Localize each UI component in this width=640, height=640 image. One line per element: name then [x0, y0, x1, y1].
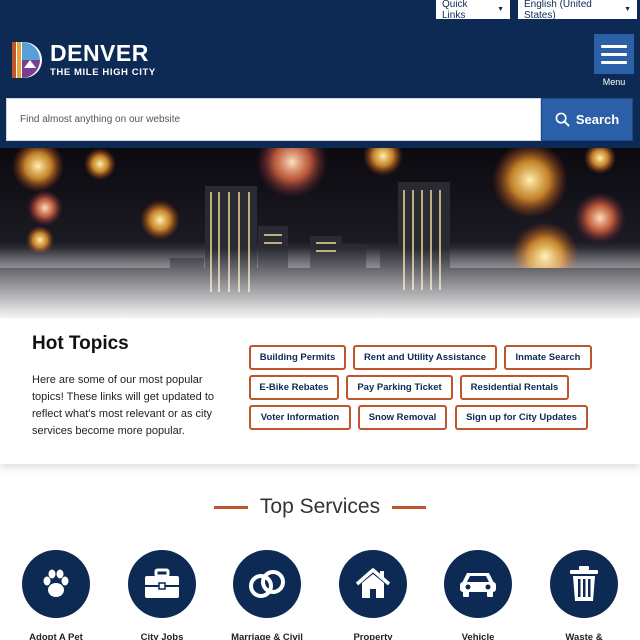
hot-topic-link[interactable]: Sign up for City Updates: [455, 405, 588, 430]
denver-logo-mark-icon: [12, 42, 42, 78]
heading-rule: [213, 505, 248, 509]
hot-topics-description: Here are some of our most popular topics…: [32, 374, 215, 437]
top-services-title: Top Services: [259, 495, 381, 518]
heading-rule: [392, 505, 427, 509]
search-button-label: Search: [575, 112, 620, 127]
service-waste[interactable]: Waste &: [536, 550, 632, 640]
hot-topic-link[interactable]: Inmate Search: [504, 345, 592, 370]
hot-topic-link[interactable]: Rent and Utility Assistance: [353, 345, 497, 370]
chevron-down-icon: ▼: [624, 6, 631, 13]
service-label: City Jobs: [140, 632, 184, 640]
search-button[interactable]: Search: [541, 98, 633, 141]
denver-logo[interactable]: DENVER THE MILE HIGH CITY: [10, 40, 156, 80]
hero-fireworks-image: [0, 148, 640, 318]
briefcase-icon: [145, 568, 179, 598]
service-property[interactable]: Property: [325, 550, 421, 640]
quick-links-dropdown[interactable]: Quick Links ▼: [435, 0, 511, 21]
paw-icon: [43, 569, 69, 597]
hot-topic-link[interactable]: E-Bike Rebates: [249, 375, 339, 400]
hot-topics-card: Hot Topics Here are some of our most pop…: [0, 318, 640, 464]
service-city-jobs[interactable]: City Jobs: [114, 550, 210, 640]
hot-topics-title: Hot Topics: [32, 333, 129, 354]
search-icon: [555, 112, 570, 127]
hot-topic-link[interactable]: Residential Rentals: [460, 375, 569, 400]
hamburger-icon: [601, 44, 627, 48]
top-services-heading: Top Services: [0, 495, 640, 519]
trash-icon: [570, 566, 598, 601]
service-label: Marriage & Civil: [231, 632, 303, 640]
service-label: Property: [353, 632, 393, 640]
brand-name: DENVER: [50, 40, 149, 66]
house-icon: [355, 568, 391, 598]
service-vehicle[interactable]: Vehicle: [430, 550, 526, 640]
city-skyline-fireworks-image: [0, 148, 640, 318]
service-marriage-civil[interactable]: Marriage & Civil: [219, 550, 315, 640]
service-label: Vehicle: [461, 632, 495, 640]
brand-tagline: THE MILE HIGH CITY: [50, 67, 156, 78]
chevron-down-icon: ▼: [497, 6, 504, 13]
quick-links-label: Quick Links: [442, 0, 468, 21]
hot-topic-link[interactable]: Building Permits: [249, 345, 346, 370]
menu-label: Menu: [602, 77, 626, 87]
site-header: Quick Links ▼ English (United States) ▼ …: [0, 0, 640, 148]
language-label: English (United States): [524, 0, 592, 21]
rings-icon: [249, 570, 285, 598]
car-icon: [460, 573, 496, 597]
menu-button[interactable]: [594, 34, 634, 74]
hot-topic-link[interactable]: Pay Parking Ticket: [346, 375, 453, 400]
hot-topic-link[interactable]: Voter Information: [249, 405, 351, 430]
service-adopt-a-pet[interactable]: Adopt A Pet: [8, 550, 104, 640]
service-label: Adopt A Pet: [29, 632, 83, 640]
hot-topic-link[interactable]: Snow Removal: [358, 405, 447, 430]
service-label: Waste &: [565, 632, 603, 640]
language-dropdown[interactable]: English (United States) ▼: [517, 0, 638, 21]
search-input[interactable]: [6, 98, 541, 141]
